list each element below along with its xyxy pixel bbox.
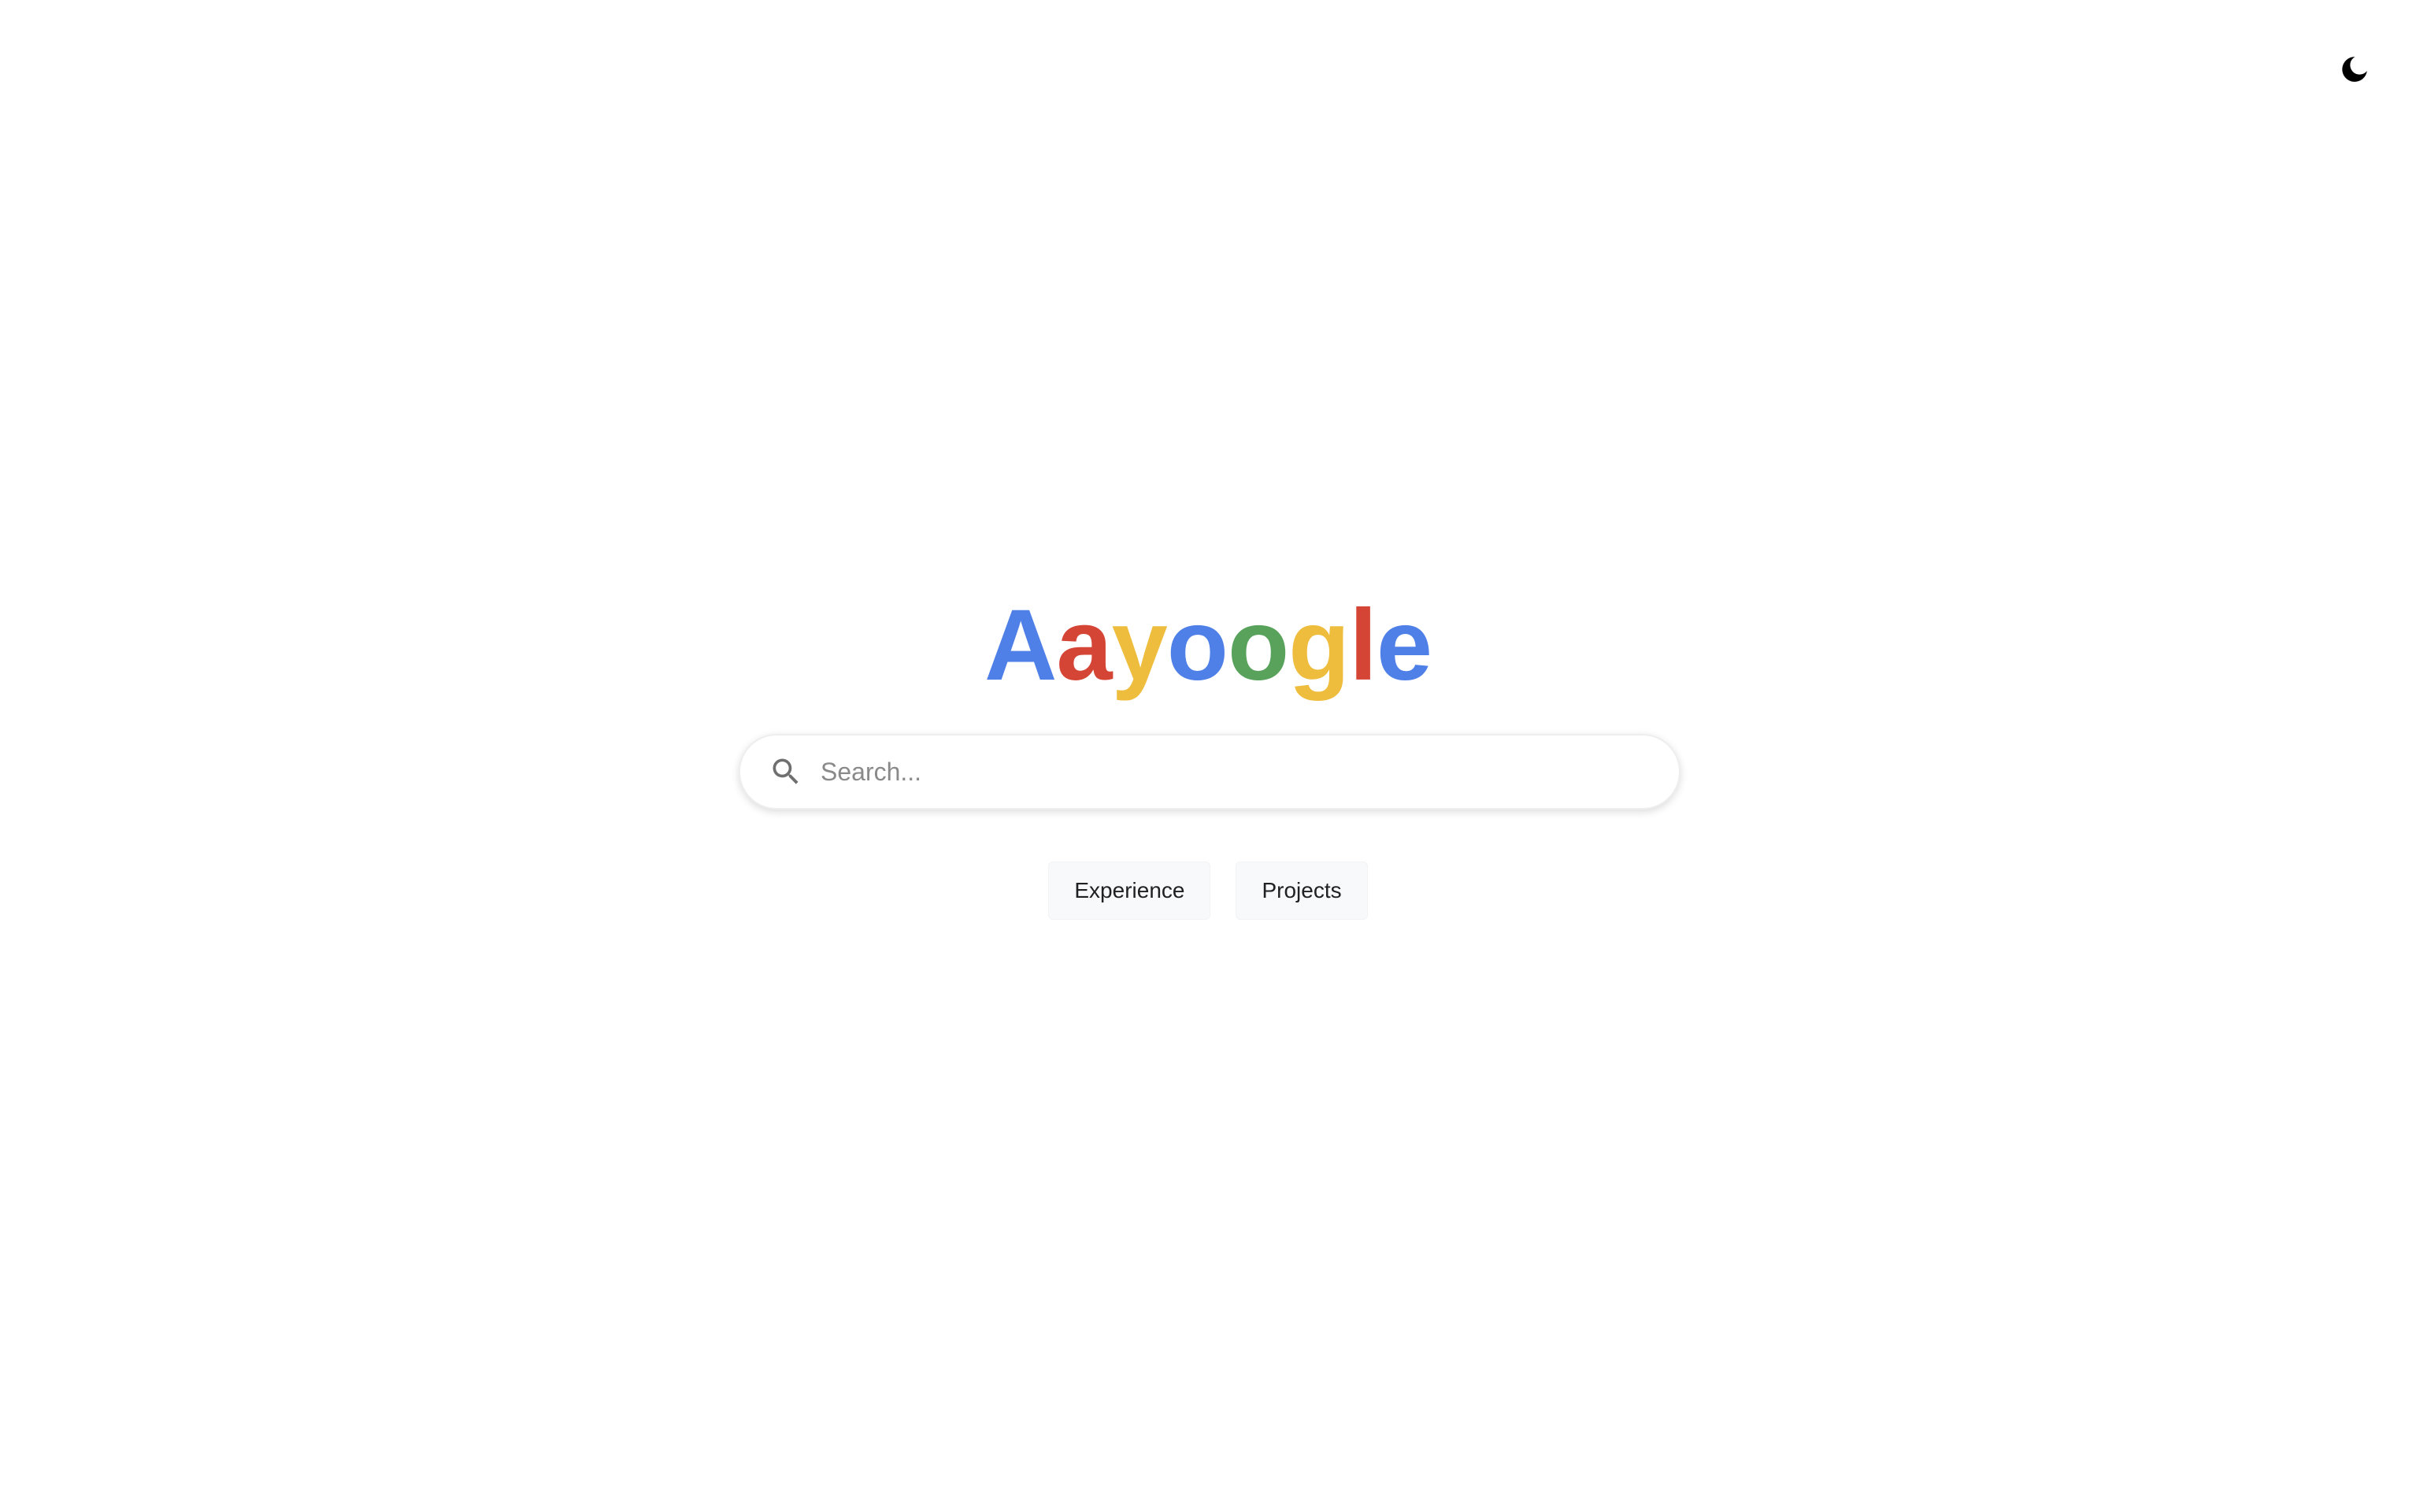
projects-button[interactable]: Projects <box>1236 862 1368 920</box>
theme-toggle-button[interactable] <box>2336 50 2373 88</box>
search-box[interactable] <box>739 734 1680 810</box>
moon-icon <box>2339 54 2370 85</box>
logo: Aayoogle <box>0 575 2416 717</box>
logo-letter: o <box>1227 589 1289 702</box>
logo-letter: l <box>1349 589 1377 702</box>
logo-letter: o <box>1166 589 1228 702</box>
logo-letter: a <box>1056 589 1112 702</box>
logo-letter: e <box>1376 589 1432 702</box>
search-icon <box>769 754 803 789</box>
experience-button[interactable]: Experience <box>1048 862 1211 920</box>
quick-links: Experience Projects <box>0 862 2416 920</box>
logo-letter: y <box>1111 589 1168 702</box>
page: Aayoogle Experience Projects <box>0 0 2416 1512</box>
logo-letter: g <box>1288 589 1350 702</box>
logo-letter: A <box>984 589 1057 702</box>
search-input[interactable] <box>819 747 1647 796</box>
